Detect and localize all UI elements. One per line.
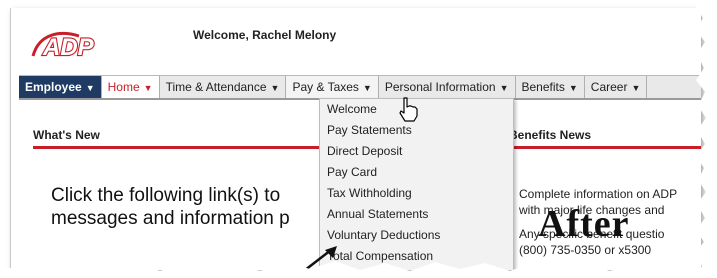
page-header: ADP ADP Welcome, Rachel Melony <box>11 8 701 68</box>
hand-cursor-icon <box>399 97 418 122</box>
nav-pay-taxes[interactable]: Pay & Taxes ▼ <box>286 76 379 98</box>
nav-benefits-label: Benefits <box>521 80 565 94</box>
chevron-down-icon: ▼ <box>362 83 372 93</box>
after-label: After <box>538 203 630 245</box>
browser-frame: ADP ADP Welcome, Rachel Melony Employee ▼… <box>10 8 701 270</box>
whats-new-line: Click the following link(s) to <box>51 185 281 206</box>
nav-career[interactable]: Career ▼ <box>585 76 648 98</box>
torn-edge-bottom <box>0 261 717 278</box>
whats-new-heading: What's New <box>33 128 100 142</box>
nav-employee-label: Employee <box>25 80 82 94</box>
whats-new-line: messages and information p <box>51 208 290 229</box>
chevron-down-icon: ▼ <box>143 83 153 93</box>
menu-item-annual-statements[interactable]: Annual Statements <box>320 204 513 225</box>
nav-home[interactable]: Home ▼ <box>101 76 160 98</box>
section-divider <box>33 146 319 149</box>
nav-pay-taxes-label: Pay & Taxes <box>292 80 359 94</box>
adp-logo: ADP ADP <box>31 32 96 62</box>
nav-employee[interactable]: Employee ▼ <box>19 76 102 98</box>
section-divider <box>513 146 701 149</box>
torn-edge-right <box>690 0 717 278</box>
svg-text:ADP: ADP <box>42 34 95 61</box>
nav-personal-information[interactable]: Personal Information ▼ <box>379 76 516 98</box>
chevron-down-icon: ▼ <box>499 83 509 93</box>
menu-item-tax-withholding[interactable]: Tax Withholding <box>320 183 513 204</box>
menu-item-voluntary-deductions[interactable]: Voluntary Deductions <box>320 225 513 246</box>
whats-new-message: Click the following link(s) to messages … <box>51 184 313 230</box>
chevron-down-icon: ▼ <box>270 83 280 93</box>
nav-personal-information-label: Personal Information <box>384 80 496 94</box>
nav-benefits[interactable]: Benefits ▼ <box>516 76 585 98</box>
welcome-message: Welcome, Rachel Melony <box>193 28 337 42</box>
nav-time-attendance[interactable]: Time & Attendance ▼ <box>160 76 287 98</box>
main-nav: Employee ▼ Home ▼ Time & Attendance ▼ Pay &… <box>19 75 701 100</box>
menu-item-pay-card[interactable]: Pay Card <box>320 162 513 183</box>
nav-home-label: Home <box>107 80 140 94</box>
chevron-down-icon: ▼ <box>631 83 641 93</box>
menu-item-pay-statements[interactable]: Pay Statements <box>320 120 513 141</box>
nav-time-attendance-label: Time & Attendance <box>165 80 267 94</box>
chevron-down-icon: ▼ <box>85 83 95 93</box>
menu-item-direct-deposit[interactable]: Direct Deposit <box>320 141 513 162</box>
benefits-news-heading: Benefits News <box>509 128 592 142</box>
pay-taxes-dropdown-menu: Welcome Pay Statements Direct Deposit Pa… <box>319 98 514 270</box>
nav-career-label: Career <box>590 80 628 94</box>
benefits-line: Complete information on ADP <box>519 187 678 201</box>
chevron-down-icon: ▼ <box>568 83 578 93</box>
